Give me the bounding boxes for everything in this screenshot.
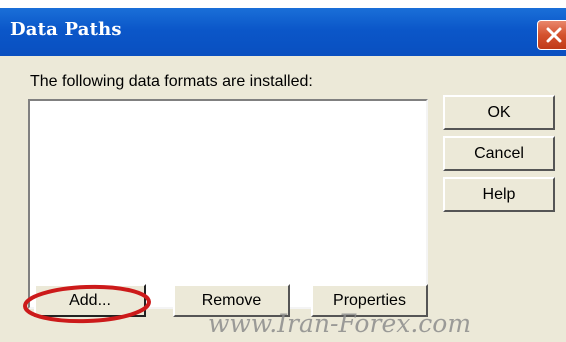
watermark-text: www.Iran-Forex.com bbox=[208, 309, 472, 338]
help-button-label: Help bbox=[482, 186, 516, 203]
close-button[interactable] bbox=[537, 20, 566, 50]
title-bar[interactable]: Data Paths bbox=[0, 8, 566, 56]
data-paths-dialog: Data Paths The following data formats ar… bbox=[0, 0, 566, 342]
annotation-circle bbox=[23, 284, 151, 324]
ok-button-label: OK bbox=[487, 104, 511, 121]
cancel-button[interactable]: Cancel bbox=[443, 136, 555, 171]
installed-formats-label: The following data formats are installed… bbox=[30, 73, 313, 90]
close-icon bbox=[546, 27, 562, 43]
cancel-button-label: Cancel bbox=[474, 145, 524, 162]
window-title: Data Paths bbox=[10, 19, 122, 40]
data-formats-list[interactable] bbox=[28, 99, 428, 309]
help-button[interactable]: Help bbox=[443, 177, 555, 212]
ok-button[interactable]: OK bbox=[443, 95, 555, 130]
